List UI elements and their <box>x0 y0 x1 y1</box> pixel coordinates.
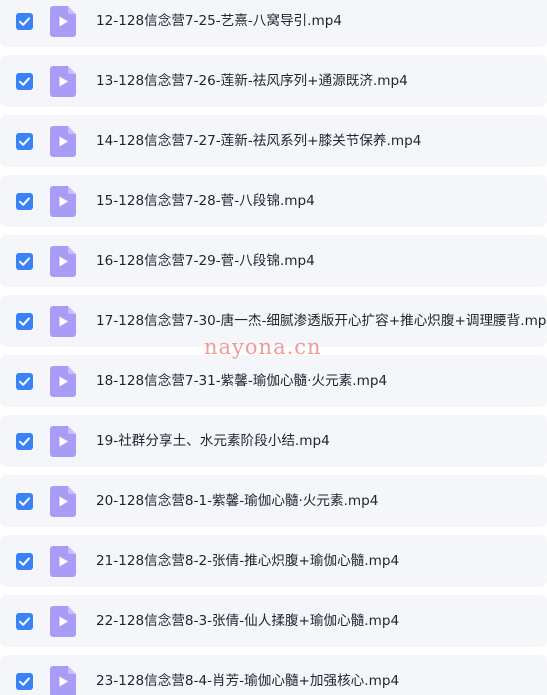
file-name[interactable]: 12-128信念营7-25-艺熹-八窝导引.mp4 <box>96 11 342 31</box>
file-name[interactable]: 23-128信念营8-4-肖芳-瑜伽心髓+加强核心.mp4 <box>96 671 399 691</box>
video-file-icon <box>50 246 76 277</box>
checkbox-checked-icon[interactable] <box>16 553 33 570</box>
video-file-icon <box>50 606 76 637</box>
video-file-icon <box>50 666 76 695</box>
checkbox-checked-icon[interactable] <box>16 493 33 510</box>
file-name[interactable]: 15-128信念营7-28-菅-八段锦.mp4 <box>96 191 315 211</box>
checkbox-checked-icon[interactable] <box>16 73 33 90</box>
file-row[interactable]: 19-社群分享土、水元素阶段小结.mp4 <box>0 415 547 467</box>
video-file-icon <box>50 186 76 217</box>
file-row[interactable]: 12-128信念营7-25-艺熹-八窝导引.mp4 <box>0 0 547 47</box>
video-file-icon <box>50 66 76 97</box>
checkbox-checked-icon[interactable] <box>16 193 33 210</box>
checkbox-checked-icon[interactable] <box>16 253 33 270</box>
file-name[interactable]: 14-128信念营7-27-莲新-祛风系列+膝关节保养.mp4 <box>96 131 421 151</box>
file-name[interactable]: 17-128信念营7-30-唐一杰-细腻渗透版开心扩容+推心炽腹+调理腰背.mp… <box>96 311 547 331</box>
checkbox-checked-icon[interactable] <box>16 133 33 150</box>
video-file-icon <box>50 126 76 157</box>
file-name[interactable]: 13-128信念营7-26-莲新-祛风序列+通源既济.mp4 <box>96 71 408 91</box>
file-name[interactable]: 19-社群分享土、水元素阶段小结.mp4 <box>96 431 330 451</box>
checkbox-checked-icon[interactable] <box>16 433 33 450</box>
file-name[interactable]: 21-128信念营8-2-张倩-推心炽腹+瑜伽心髓.mp4 <box>96 551 399 571</box>
video-file-icon <box>50 546 76 577</box>
file-row[interactable]: 14-128信念营7-27-莲新-祛风系列+膝关节保养.mp4 <box>0 115 547 167</box>
file-name[interactable]: 18-128信念营7-31-紫馨-瑜伽心髓·火元素.mp4 <box>96 371 387 391</box>
file-row[interactable]: 20-128信念营8-1-紫馨-瑜伽心髓·火元素.mp4 <box>0 475 547 527</box>
video-file-icon <box>50 6 76 37</box>
checkbox-checked-icon[interactable] <box>16 13 33 30</box>
file-row[interactable]: 15-128信念营7-28-菅-八段锦.mp4 <box>0 175 547 227</box>
file-list: 12-128信念营7-25-艺熹-八窝导引.mp4 13-128信念营7-26-莲… <box>0 0 547 695</box>
checkbox-checked-icon[interactable] <box>16 373 33 390</box>
file-row[interactable]: 22-128信念营8-3-张倩-仙人揉腹+瑜伽心髓.mp4 <box>0 595 547 647</box>
file-name[interactable]: 22-128信念营8-3-张倩-仙人揉腹+瑜伽心髓.mp4 <box>96 611 399 631</box>
video-file-icon <box>50 306 76 337</box>
file-row[interactable]: 16-128信念营7-29-菅-八段锦.mp4 <box>0 235 547 287</box>
video-file-icon <box>50 366 76 397</box>
checkbox-checked-icon[interactable] <box>16 613 33 630</box>
checkbox-checked-icon[interactable] <box>16 673 33 690</box>
file-name[interactable]: 20-128信念营8-1-紫馨-瑜伽心髓·火元素.mp4 <box>96 491 378 511</box>
video-file-icon <box>50 426 76 457</box>
file-name[interactable]: 16-128信念营7-29-菅-八段锦.mp4 <box>96 251 315 271</box>
video-file-icon <box>50 486 76 517</box>
file-row[interactable]: 13-128信念营7-26-莲新-祛风序列+通源既济.mp4 <box>0 55 547 107</box>
file-row[interactable]: 18-128信念营7-31-紫馨-瑜伽心髓·火元素.mp4 <box>0 355 547 407</box>
file-row[interactable]: 23-128信念营8-4-肖芳-瑜伽心髓+加强核心.mp4 <box>0 655 547 695</box>
checkbox-checked-icon[interactable] <box>16 313 33 330</box>
file-row[interactable]: 17-128信念营7-30-唐一杰-细腻渗透版开心扩容+推心炽腹+调理腰背.mp… <box>0 295 547 347</box>
file-row[interactable]: 21-128信念营8-2-张倩-推心炽腹+瑜伽心髓.mp4 <box>0 535 547 587</box>
